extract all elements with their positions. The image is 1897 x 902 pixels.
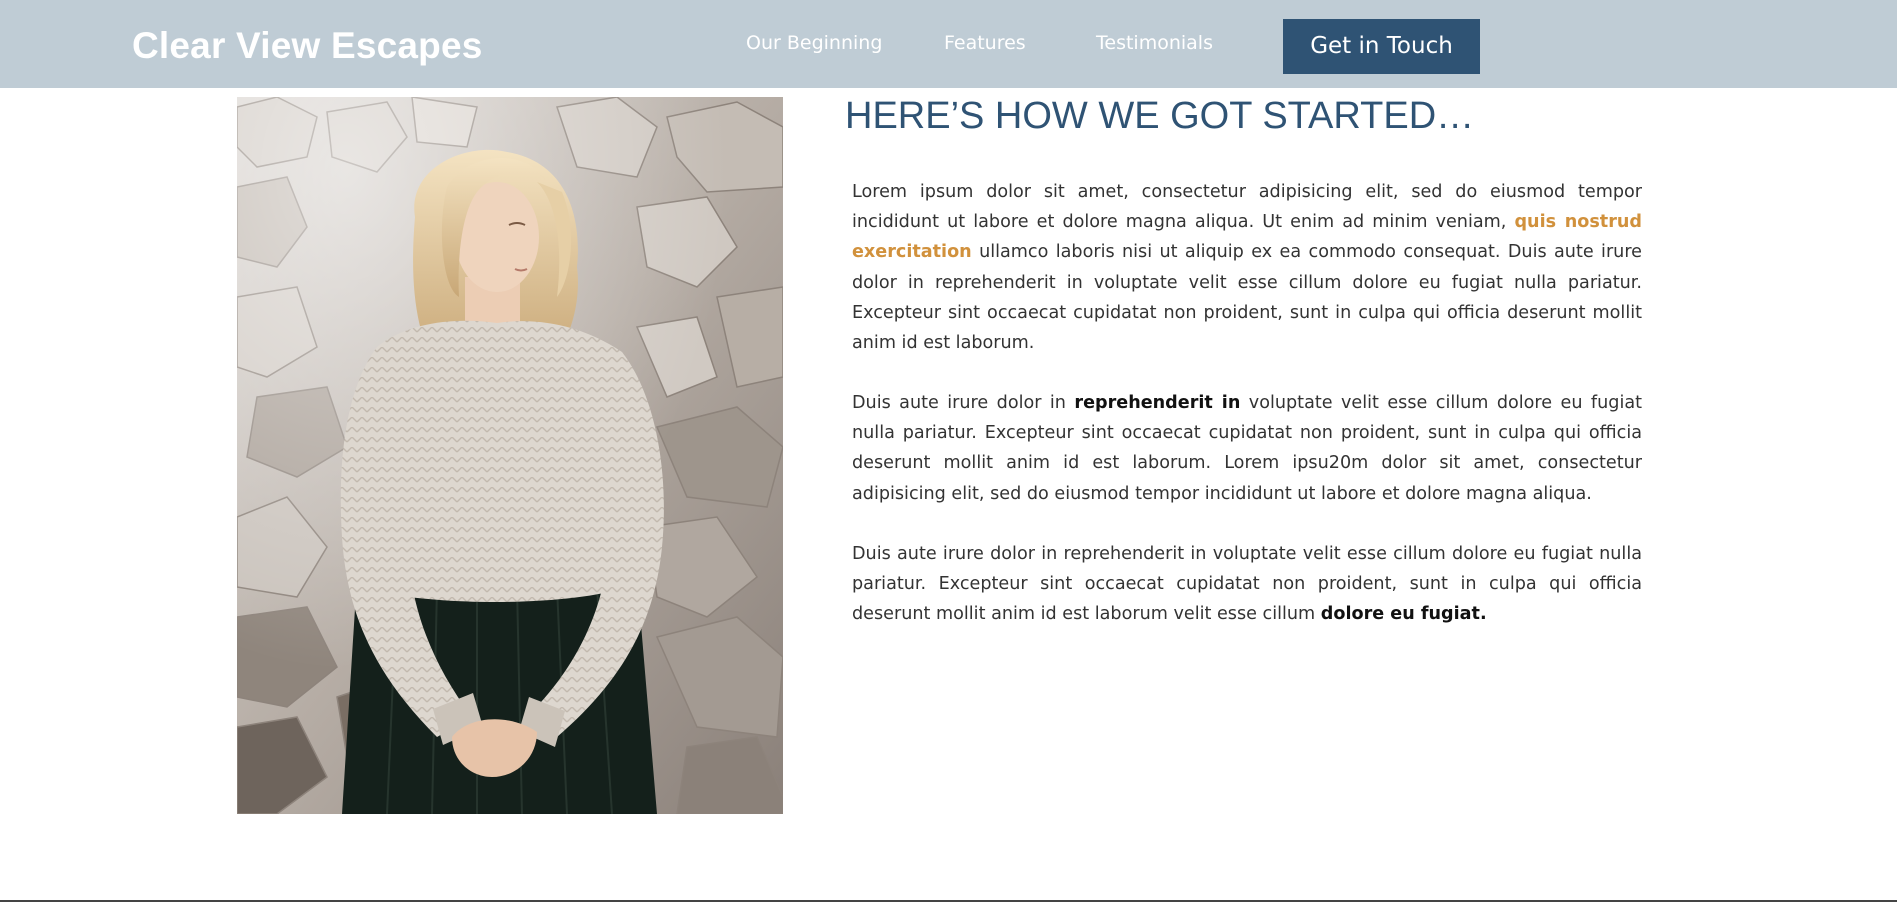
story-paragraph-3: Duis aute irure dolor in reprehenderit i… (852, 539, 1642, 630)
nav-link-our-beginning[interactable]: Our Beginning (746, 30, 882, 56)
hero-photo (237, 97, 783, 814)
paragraph-text: Duis aute irure dolor in (852, 393, 1075, 413)
story-paragraph-2: Duis aute irure dolor in reprehenderit i… (852, 388, 1642, 509)
hero-photo-illustration (237, 97, 783, 814)
section-heading: HERE’S HOW WE GOT STARTED… (845, 95, 1475, 137)
bold-text: dolore eu fugiat. (1320, 604, 1487, 625)
nav-link-testimonials[interactable]: Testimonials (1096, 30, 1213, 56)
bold-text: reprehenderit in (1074, 393, 1241, 413)
story-paragraph-1: Lorem ipsum dolor sit amet, consectetur … (852, 177, 1642, 358)
get-in-touch-button[interactable]: Get in Touch (1283, 19, 1480, 74)
nav-link-features[interactable]: Features (944, 30, 1026, 56)
paragraph-text: Duis aute irure dolor in reprehenderit i… (852, 544, 1642, 625)
brand-logo-text[interactable]: Clear View Escapes (132, 24, 483, 68)
navbar: Clear View Escapes Our Beginning Feature… (0, 0, 1897, 88)
